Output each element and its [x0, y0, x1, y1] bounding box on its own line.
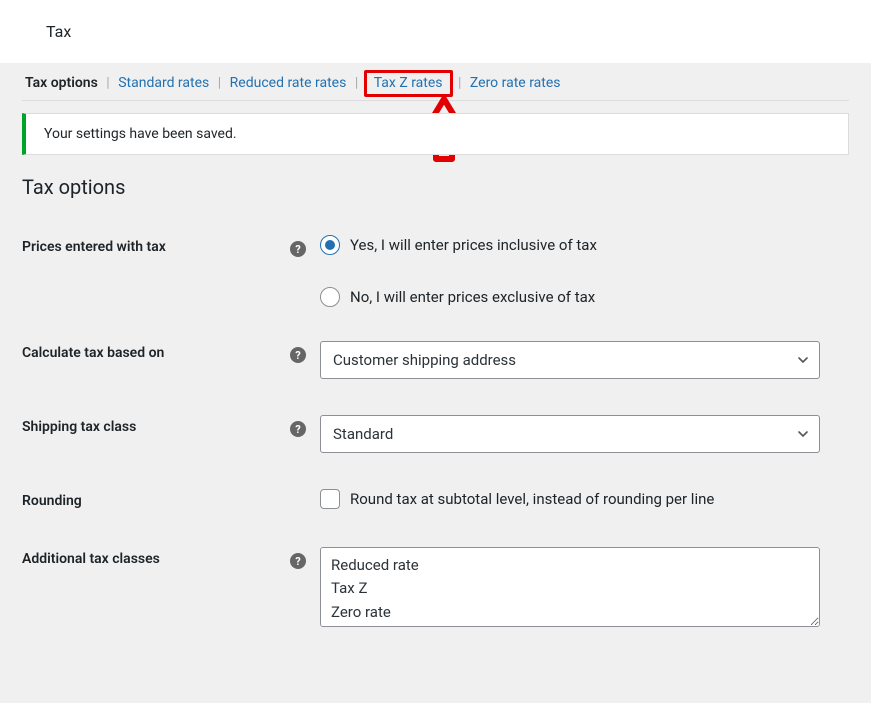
- tab-tax-options[interactable]: Tax options: [22, 75, 101, 91]
- success-notice: Your settings have been saved.: [22, 113, 849, 155]
- tab-reduced-rate-rates[interactable]: Reduced rate rates: [227, 75, 350, 91]
- page-title: Tax: [46, 22, 71, 41]
- tab-standard-rates[interactable]: Standard rates: [115, 75, 212, 91]
- tab-separator: |: [458, 75, 461, 91]
- radio-exclusive-label: No, I will enter prices exclusive of tax: [350, 288, 595, 306]
- radio-exclusive-wrap[interactable]: No, I will enter prices exclusive of tax: [320, 287, 849, 307]
- label-rounding: Rounding: [22, 489, 290, 509]
- tab-separator: |: [218, 75, 221, 91]
- row-calculate-tax: Calculate tax based on ? Customer shippi…: [22, 341, 849, 379]
- textarea-additional-tax-classes[interactable]: [320, 547, 820, 627]
- row-rounding: Rounding ? Round tax at subtotal level, …: [22, 489, 849, 511]
- tab-separator: |: [106, 75, 109, 91]
- help-icon[interactable]: ?: [290, 241, 306, 257]
- radio-inclusive-wrap[interactable]: Yes, I will enter prices inclusive of ta…: [320, 235, 849, 255]
- notice-text: Your settings have been saved.: [44, 126, 237, 142]
- row-shipping-tax-class: Shipping tax class ? Standard: [22, 415, 849, 453]
- page-header: Tax: [0, 0, 871, 63]
- label-calculate-tax: Calculate tax based on: [22, 341, 290, 361]
- select-shipping-tax-class-value: Standard: [333, 425, 393, 443]
- row-additional-tax-classes: Additional tax classes ?: [22, 547, 849, 631]
- tab-separator: |: [355, 75, 358, 91]
- help-icon[interactable]: ?: [290, 347, 306, 363]
- label-prices-entered-with-tax: Prices entered with tax: [22, 235, 290, 255]
- tab-highlight-box: Tax Z rates: [364, 70, 453, 97]
- help-icon[interactable]: ?: [290, 421, 306, 437]
- select-shipping-tax-class[interactable]: Standard: [320, 415, 820, 453]
- tab-zero-rate-rates[interactable]: Zero rate rates: [467, 75, 564, 91]
- tab-tax-z-rates[interactable]: Tax Z rates: [371, 75, 446, 91]
- label-shipping-tax-class: Shipping tax class: [22, 415, 290, 435]
- select-calculate-tax-value: Customer shipping address: [333, 351, 516, 369]
- radio-inclusive-label: Yes, I will enter prices inclusive of ta…: [350, 236, 597, 254]
- checkbox-rounding-wrap[interactable]: Round tax at subtotal level, instead of …: [320, 489, 849, 509]
- checkbox-rounding[interactable]: [320, 489, 340, 509]
- radio-inclusive[interactable]: [320, 235, 340, 255]
- section-title: Tax options: [22, 175, 849, 199]
- radio-exclusive[interactable]: [320, 287, 340, 307]
- checkbox-rounding-label: Round tax at subtotal level, instead of …: [350, 490, 714, 508]
- subtab-nav: Tax options | Standard rates | Reduced r…: [22, 63, 849, 101]
- help-icon[interactable]: ?: [290, 553, 306, 569]
- label-additional-tax-classes: Additional tax classes: [22, 547, 290, 567]
- select-calculate-tax[interactable]: Customer shipping address: [320, 341, 820, 379]
- row-prices-entered-with-tax: Prices entered with tax ? Yes, I will en…: [22, 235, 849, 307]
